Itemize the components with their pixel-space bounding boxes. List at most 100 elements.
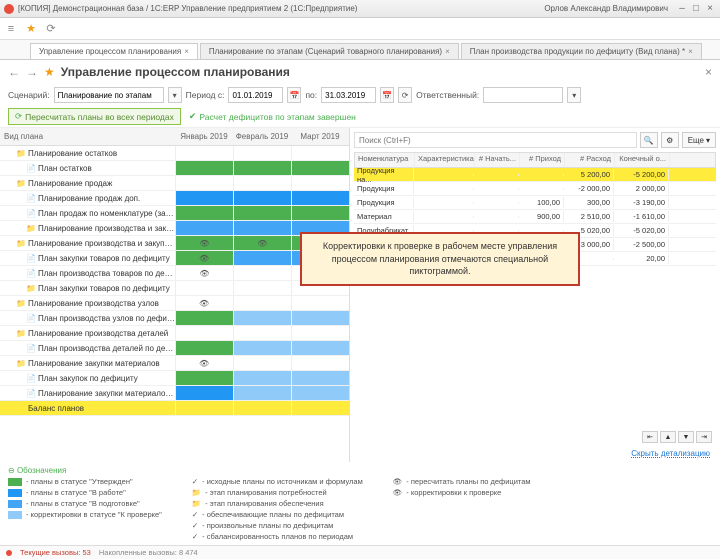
grid-row[interactable]: Продукция100,00300,00-3 190,00 bbox=[354, 196, 716, 210]
search-icon[interactable]: 🔍 bbox=[640, 132, 658, 148]
tab-close-icon[interactable]: × bbox=[688, 47, 693, 56]
legend-item: ✓- произвольные планы по дефицитам bbox=[192, 521, 363, 530]
tab[interactable]: План производства продукции по дефициту … bbox=[461, 43, 702, 59]
date-from-input[interactable] bbox=[228, 87, 283, 103]
plan-tree-header: Вид плана Январь 2019 Февраль 2019 Март … bbox=[0, 128, 349, 146]
plan-label: План производства деталей по дефи... bbox=[38, 344, 175, 353]
plan-row[interactable]: 📁Планирование производства и закупки тов… bbox=[0, 236, 349, 251]
search-bar: 🔍 ⚙ Еще▾ bbox=[354, 130, 716, 150]
plan-row[interactable]: 📄План производства товаров по дефи... 👁 bbox=[0, 266, 349, 281]
plan-label: План закупки товаров по дефициту bbox=[38, 284, 175, 293]
plan-label: План закупок по дефициту bbox=[38, 374, 175, 383]
recalc-button[interactable]: ⟳Пересчитать планы во всех периодах bbox=[8, 108, 181, 125]
window-title: [КОПИЯ] Демонстрационная база / 1С:ERP У… bbox=[18, 4, 357, 13]
plan-label: План производства товаров по дефи... bbox=[38, 269, 175, 278]
legend-item: ✓- обеспечивающие планы по дефицитам bbox=[192, 510, 363, 519]
status-text: ✔Расчет дефицитов по этапам завершен bbox=[189, 111, 356, 122]
date-to-input[interactable] bbox=[321, 87, 376, 103]
plan-row[interactable]: 📄План продаж по номенклатуре (зам. по ис… bbox=[0, 206, 349, 221]
folder-icon: 📁 bbox=[16, 179, 28, 188]
plan-row[interactable]: 📁Планирование производства узлов👁 bbox=[0, 296, 349, 311]
favorite-icon[interactable]: ★ bbox=[44, 65, 55, 79]
annotation-callout: Корректировки к проверке в рабочем месте… bbox=[300, 232, 580, 286]
tab-close-icon[interactable]: × bbox=[445, 47, 450, 56]
plan-row[interactable]: 📁Планирование производства деталей bbox=[0, 326, 349, 341]
tab-close-icon[interactable]: × bbox=[184, 47, 189, 56]
menu-icon[interactable]: ≡ bbox=[4, 22, 18, 36]
status-footer: Текущие вызовы: 53 Накопленные вызовы: 8… bbox=[0, 545, 720, 559]
plan-row[interactable]: 📄Планирование закупки материалов вручную bbox=[0, 386, 349, 401]
plan-label: План продаж по номенклатуре (зам. по ист… bbox=[38, 209, 175, 218]
plan-row[interactable]: 📄Планирование продаж доп. bbox=[0, 191, 349, 206]
folder-icon: 📁 bbox=[16, 299, 28, 308]
plan-row[interactable]: 📁План закупки товаров по дефициту bbox=[0, 281, 349, 296]
refresh-icon[interactable]: ⟳ bbox=[398, 87, 412, 103]
action-bar: ⟳Пересчитать планы во всех периодах ✔Рас… bbox=[0, 106, 720, 128]
eye-icon[interactable]: 👁 bbox=[199, 239, 209, 248]
plan-label: Планирование закупки материалов вручную bbox=[38, 389, 175, 398]
folder-icon: 📁 bbox=[26, 284, 38, 293]
calendar-from-icon[interactable]: 📅 bbox=[287, 87, 301, 103]
eye-icon[interactable]: 👁 bbox=[199, 254, 209, 263]
search-input[interactable] bbox=[354, 132, 637, 148]
resp-picker-icon[interactable]: ▾ bbox=[567, 87, 581, 103]
scroll-down-icon[interactable]: ▼ bbox=[678, 431, 694, 443]
detail-panel: 🔍 ⚙ Еще▾ НоменклатураХарактеристика# Нач… bbox=[350, 128, 720, 462]
scroll-controls: ⇤ ▲ ▼ ⇥ bbox=[354, 429, 716, 445]
folder-icon: 📄 bbox=[26, 269, 38, 278]
more-button[interactable]: Еще▾ bbox=[682, 132, 716, 148]
close-window-icon[interactable]: × bbox=[704, 3, 716, 15]
scroll-last-icon[interactable]: ⇥ bbox=[696, 431, 712, 443]
scenario-picker-icon[interactable]: ▾ bbox=[168, 87, 182, 103]
close-icon[interactable] bbox=[4, 4, 14, 14]
history-icon[interactable]: ⟳ bbox=[44, 22, 58, 36]
legend-swatch bbox=[8, 500, 22, 508]
folder-icon: 📄 bbox=[26, 344, 38, 353]
legend-item: 📁- этап планирования обеспечения bbox=[192, 499, 363, 508]
minimize-icon[interactable]: ‒ bbox=[676, 3, 688, 15]
plan-row[interactable]: 📁Планирование продаж bbox=[0, 176, 349, 191]
plan-row[interactable]: 📄План закупки товаров по дефициту👁 bbox=[0, 251, 349, 266]
plan-label: Баланс планов bbox=[28, 404, 175, 413]
status-dot-icon bbox=[6, 550, 12, 556]
plan-label: План закупки товаров по дефициту bbox=[38, 254, 175, 263]
maximize-icon[interactable]: □ bbox=[690, 3, 702, 15]
legend-item: - планы в статусе "В подготовке" bbox=[8, 499, 162, 508]
tab[interactable]: Планирование по этапам (Сценарий товарно… bbox=[200, 43, 459, 59]
plan-label: Планирование производства и закупки това… bbox=[28, 239, 175, 248]
scenario-input[interactable] bbox=[54, 87, 164, 103]
plan-row[interactable]: 📄План производства узлов по дефициту bbox=[0, 311, 349, 326]
plan-row[interactable]: 📁Планирование производства и закупки ... bbox=[0, 221, 349, 236]
eye-icon[interactable]: 👁 bbox=[199, 359, 209, 368]
eye-icon[interactable]: 👁 bbox=[199, 299, 209, 308]
plan-row[interactable]: 📁Планирование закупки материалов👁 bbox=[0, 356, 349, 371]
tab[interactable]: Управление процессом планирования× bbox=[30, 43, 198, 59]
grid-row[interactable]: Продукция-2 000,002 000,00 bbox=[354, 182, 716, 196]
resp-input[interactable] bbox=[483, 87, 563, 103]
grid-row[interactable]: Продукция на...5 200,00-5 200,00 bbox=[354, 168, 716, 182]
legend-icon: 👁 bbox=[393, 477, 403, 486]
eye-icon[interactable]: 👁 bbox=[199, 269, 209, 278]
plan-row[interactable]: Баланс планов bbox=[0, 401, 349, 416]
scroll-up-icon[interactable]: ▲ bbox=[660, 431, 676, 443]
plan-label: Планирование закупки материалов bbox=[28, 359, 175, 368]
nav-fwd-icon[interactable]: → bbox=[26, 65, 38, 79]
nav-back-icon[interactable]: ← bbox=[8, 65, 20, 79]
filter-icon[interactable]: ⚙ bbox=[661, 132, 679, 148]
grid-row[interactable]: Материал900,002 510,00-1 610,00 bbox=[354, 210, 716, 224]
calendar-to-icon[interactable]: 📅 bbox=[380, 87, 394, 103]
plan-row[interactable]: 📁Планирование остатков bbox=[0, 146, 349, 161]
plan-label: Планирование продаж доп. bbox=[38, 194, 175, 203]
hide-detail-link[interactable]: Скрыть детализацию bbox=[354, 445, 716, 462]
plan-row[interactable]: 📄План закупок по дефициту bbox=[0, 371, 349, 386]
folder-icon: 📄 bbox=[26, 194, 38, 203]
close-page-icon[interactable]: × bbox=[705, 65, 712, 79]
scroll-first-icon[interactable]: ⇤ bbox=[642, 431, 658, 443]
plan-row[interactable]: 📄План остатков bbox=[0, 161, 349, 176]
plan-row[interactable]: 📄План производства деталей по дефи... bbox=[0, 341, 349, 356]
back-icon[interactable]: ★ bbox=[24, 22, 38, 36]
user-label: Орлов Александр Владимирович bbox=[544, 4, 668, 13]
plan-label: Планирование производства и закупки ... bbox=[38, 224, 175, 233]
eye-icon[interactable]: 👁 bbox=[257, 239, 267, 248]
check-icon: ✔ bbox=[189, 111, 197, 122]
